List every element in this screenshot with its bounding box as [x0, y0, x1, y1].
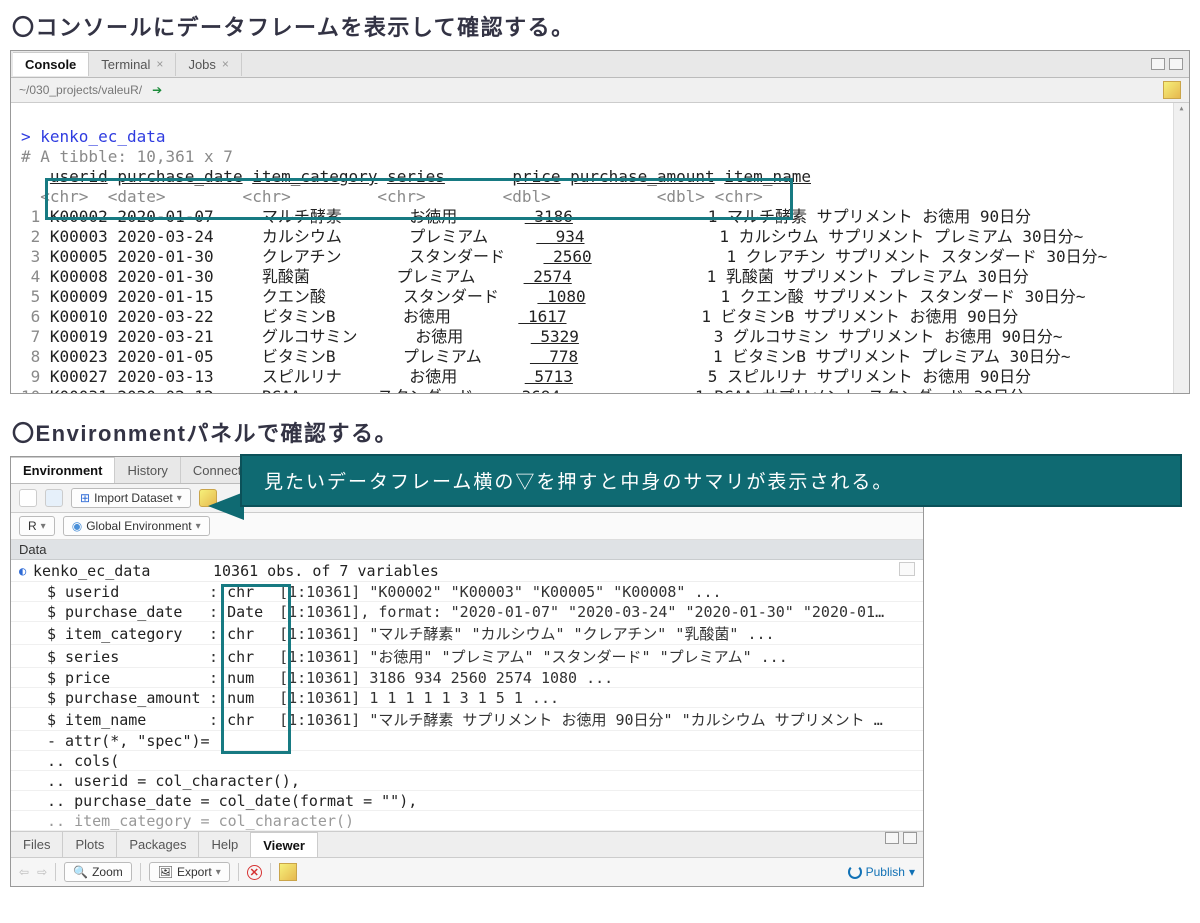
close-icon[interactable]: ×: [156, 57, 163, 71]
language-scope[interactable]: R▾: [19, 516, 55, 536]
console-toolbar: ~/030_projects/valeuR/ ➔: [11, 78, 1189, 103]
scrollbar[interactable]: ▴: [1173, 103, 1189, 393]
chevron-down-icon: ▾: [177, 493, 182, 504]
tab-jobs[interactable]: Jobs×: [176, 53, 241, 76]
tab-help[interactable]: Help: [199, 832, 251, 857]
env-variable-row: $ series: chr[1:10361] "お徳用" "プレミアム" "スタ…: [11, 645, 923, 668]
console-tabstrip: Console Terminal× Jobs×: [11, 51, 1189, 78]
minimize-pane-icon[interactable]: [885, 832, 899, 844]
import-dataset-button[interactable]: ⊞Import Dataset▾: [71, 488, 191, 508]
var-type: num: [227, 669, 279, 687]
var-type: chr: [227, 583, 279, 601]
maximize-pane-icon[interactable]: [903, 832, 917, 844]
viewer-tabstrip: Files Plots Packages Help Viewer: [11, 831, 923, 858]
var-summary: [1:10361], format: "2020-01-07" "2020-03…: [279, 603, 884, 621]
var-type: chr: [227, 648, 279, 666]
var-type: num: [227, 689, 279, 707]
tibble-rows: 1 K00002 2020-01-07 マルチ酵素 お徳用 3186 1 マルチ…: [21, 207, 1107, 393]
tab-packages[interactable]: Packages: [117, 832, 199, 857]
maximize-pane-icon[interactable]: [1169, 58, 1183, 70]
zoom-button[interactable]: 🔍 Zoom: [64, 862, 132, 882]
tab-console[interactable]: Console: [13, 52, 89, 76]
publish-icon: [848, 865, 862, 879]
env-section-data: Data: [11, 540, 923, 560]
env-scope-bar: R▾ ◉Global Environment▾: [11, 513, 923, 540]
var-name: $ item_name: [47, 711, 209, 729]
tibble-dim: # A tibble: 10,361 x 7: [21, 147, 233, 166]
var-summary: [1:10361] 3186 934 2560 2574 1080 ...: [279, 669, 613, 687]
tab-history[interactable]: History: [115, 457, 180, 483]
console-output[interactable]: > kenko_ec_data # A tibble: 10,361 x 7 u…: [11, 103, 1189, 393]
expand-toggle-icon[interactable]: ◐: [19, 562, 33, 580]
save-workspace-icon[interactable]: [45, 489, 63, 507]
viewer-toolbar: ⇦ ⇨ 🔍 Zoom 🖼 Export▾ ✕ Publish▾: [11, 858, 923, 886]
env-variable-row: $ price: num[1:10361] 3186 934 2560 2574…: [11, 668, 923, 688]
var-name: $ purchase_amount: [47, 689, 209, 707]
forward-icon[interactable]: ⇨: [37, 865, 47, 879]
tab-files[interactable]: Files: [11, 832, 63, 857]
var-summary: [1:10361] "K00002" "K00003" "K00005" "K0…: [279, 583, 722, 601]
var-summary: [1:10361] "お徳用" "プレミアム" "スタンダード" "プレミアム"…: [279, 648, 788, 666]
env-attr: .. purchase_date = col_date(format = "")…: [11, 791, 923, 811]
tab-environment[interactable]: Environment: [11, 457, 115, 483]
tab-plots[interactable]: Plots: [63, 832, 117, 857]
console-command: kenko_ec_data: [40, 127, 165, 146]
var-name: $ item_category: [47, 625, 209, 643]
env-attr: .. cols(: [11, 751, 923, 771]
close-icon[interactable]: ×: [222, 57, 229, 71]
env-variable-row: $ purchase_amount: num[1:10361] 1 1 1 1 …: [11, 688, 923, 708]
env-attr: .. userid = col_character(),: [11, 771, 923, 791]
var-type: Date: [227, 603, 279, 621]
env-attr: .. item_category = col_character(): [11, 811, 923, 831]
view-dataframe-icon[interactable]: [899, 562, 915, 576]
env-variable-row: $ item_category: chr[1:10361] "マルチ酵素" "カ…: [11, 622, 923, 645]
var-summary: [1:10361] 1 1 1 1 1 3 1 5 1 ...: [279, 689, 559, 707]
tibble-types: <chr> <date> <chr> <chr> <dbl> <dbl> <ch…: [21, 187, 763, 206]
minimize-pane-icon[interactable]: [1151, 58, 1165, 70]
broom-icon[interactable]: [279, 863, 297, 881]
clear-console-icon[interactable]: [1163, 81, 1181, 99]
working-dir-path: ~/030_projects/valeuR/: [19, 83, 142, 97]
env-object-row[interactable]: ◐ kenko_ec_data 10361 obs. of 7 variable…: [11, 560, 923, 582]
env-object-dim: 10361 obs. of 7 variables: [213, 562, 899, 580]
tab-terminal[interactable]: Terminal×: [89, 53, 176, 76]
env-variable-row: $ purchase_date: Date[1:10361], format: …: [11, 602, 923, 622]
callout-bubble: 見たいデータフレーム横の▽を押すと中身のサマリが表示される。: [240, 454, 1182, 507]
tibble-header: userid purchase_date item_category serie…: [21, 167, 811, 186]
export-button[interactable]: 🖼 Export▾: [149, 862, 230, 882]
env-object-name: kenko_ec_data: [33, 562, 213, 580]
var-summary: [1:10361] "マルチ酵素 サプリメント お徳用 90日分" "カルシウム…: [279, 711, 883, 729]
env-scope[interactable]: ◉Global Environment▾: [63, 516, 210, 536]
back-icon[interactable]: ⇦: [19, 865, 29, 879]
remove-viewer-icon[interactable]: ✕: [247, 865, 262, 880]
env-attr: - attr(*, "spec")=: [11, 731, 923, 751]
env-variable-row: $ item_name: chr[1:10361] "マルチ酵素 サプリメント …: [11, 708, 923, 731]
var-type: chr: [227, 625, 279, 643]
path-arrow-icon[interactable]: ➔: [152, 83, 162, 97]
var-name: $ purchase_date: [47, 603, 209, 621]
var-type: chr: [227, 711, 279, 729]
var-summary: [1:10361] "マルチ酵素" "カルシウム" "クレアチン" "乳酸菌" …: [279, 625, 774, 643]
env-variables: $ userid: chr[1:10361] "K00002" "K00003"…: [11, 582, 923, 731]
load-workspace-icon[interactable]: [19, 489, 37, 507]
caption-console: 〇コンソールにデータフレームを表示して確認する。: [12, 10, 1190, 42]
publish-button[interactable]: Publish▾: [848, 865, 915, 879]
env-variable-row: $ userid: chr[1:10361] "K00002" "K00003"…: [11, 582, 923, 602]
environment-panel: Environment History Connections Build Gi…: [10, 456, 924, 887]
callout-pointer: [208, 492, 244, 520]
var-name: $ userid: [47, 583, 209, 601]
caption-environment: 〇Environmentパネルで確認する。: [12, 416, 1190, 448]
var-name: $ price: [47, 669, 209, 687]
tab-viewer[interactable]: Viewer: [251, 832, 318, 857]
var-name: $ series: [47, 648, 209, 666]
console-panel: Console Terminal× Jobs× ~/030_projects/v…: [10, 50, 1190, 394]
